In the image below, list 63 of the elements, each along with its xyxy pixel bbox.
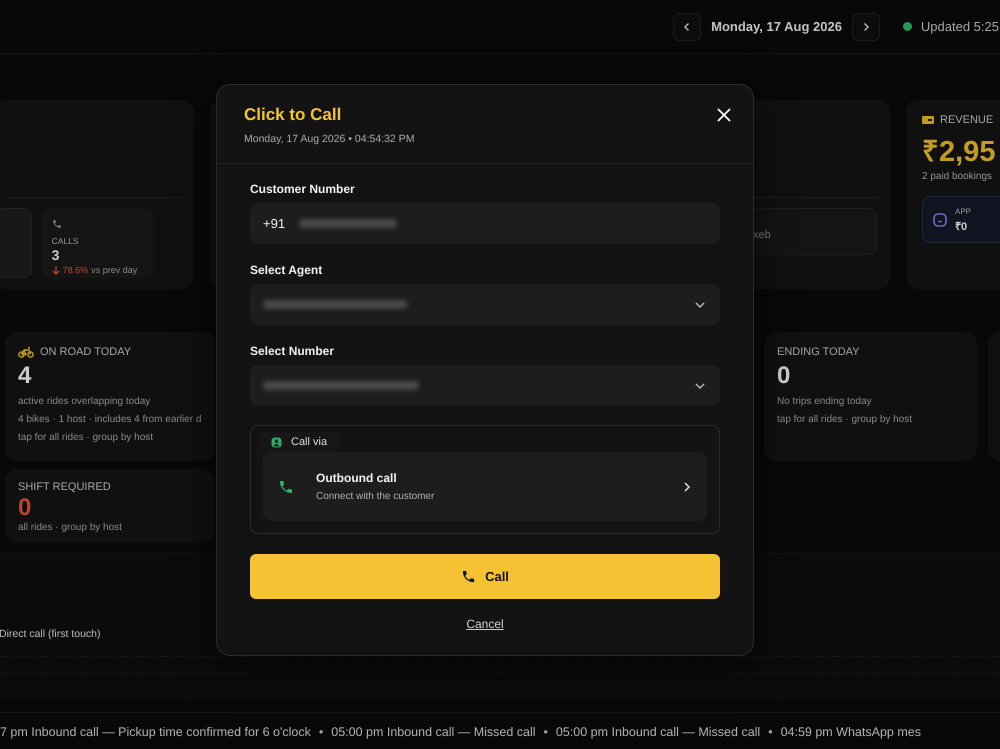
field-label: Select Agent: [250, 263, 324, 277]
previous-day-button[interactable]: [673, 12, 702, 40]
card-label: REVENUE: [940, 114, 994, 126]
phone-icon: [461, 569, 476, 584]
card-label: ON ROAD TODAY: [40, 346, 132, 358]
card-value: 0: [18, 494, 32, 522]
change-percent: 78.6%: [62, 265, 88, 275]
card-note: tap for all rides · group by host: [18, 432, 154, 443]
dialog-title: Click to Call: [244, 105, 342, 125]
separator-dot: •: [544, 724, 548, 738]
ticker-item: 7 pm Inbound call — Pickup time confirmed for 6 o'clock: [0, 724, 311, 738]
shift-required-card[interactable]: SHIFT REQUIRED 0 all rides · group by host: [5, 469, 215, 543]
phone-icon: [52, 219, 62, 229]
chevron-down-icon: [694, 382, 706, 390]
source-value: ₹0: [955, 220, 968, 232]
call-via-label: Call via: [291, 436, 328, 448]
ticker-item: 04:59 pm WhatsApp mes: [780, 724, 921, 738]
updated-time: Updated 5:25: [920, 19, 999, 34]
card-note: active rides overlapping today: [18, 396, 152, 407]
phone-icon: [278, 478, 294, 494]
card-value: 4: [18, 362, 32, 390]
chevron-down-icon: [694, 300, 706, 308]
activity-text: Direct call (first touch): [0, 628, 102, 640]
field-label: Customer Number: [250, 182, 356, 196]
tile-text: xeb: [753, 229, 771, 241]
card-label: SHIFT REQUIRED: [18, 481, 111, 493]
ticker-item: 05:00 pm Inbound call — Missed call: [331, 724, 536, 738]
source-label: APP: [955, 206, 972, 216]
option-title: Outbound call: [316, 471, 398, 485]
on-road-card[interactable]: ON ROAD TODAY 4 active rides overlapping today 4 bikes · 1 host · includes 4 from earlier d tap for all rides · group by host: [5, 332, 215, 461]
card-note: 4 bikes · 1 host · includes 4 from earlier d: [18, 414, 202, 425]
next-day-button[interactable]: [852, 12, 880, 40]
card-value: 0: [777, 362, 792, 390]
ticker-item: 05:00 pm Inbound call — Missed call: [556, 724, 760, 738]
call-option[interactable]: Outbound call Connect with the customer: [263, 452, 707, 521]
option-subtitle: Connect with the customer: [316, 491, 436, 502]
chevron-right-icon: [682, 480, 692, 492]
close-icon: [717, 108, 731, 122]
card-label: ENDING TODAY: [777, 346, 860, 358]
current-date: Monday, 17 Aug 2026: [711, 19, 842, 34]
card-note: No trips ending today: [777, 396, 873, 407]
bike-icon: [18, 346, 34, 358]
field-label: Select Number: [250, 344, 336, 358]
phone-field[interactable]: +91: [250, 203, 720, 244]
tile-label: CALLS: [52, 236, 80, 246]
country-code: +91: [263, 216, 286, 231]
revenue-value: ₹2,95: [922, 135, 996, 169]
agent-icon: [271, 436, 282, 448]
cancel-link[interactable]: Cancel: [466, 617, 504, 631]
separator-dot: •: [768, 724, 773, 738]
revenue-note: 2 paid bookings: [922, 171, 994, 182]
card-note: all rides · group by host: [18, 522, 123, 533]
close-button[interactable]: [715, 106, 733, 124]
wallet-icon: [922, 115, 934, 125]
change-label: vs prev day: [91, 265, 138, 275]
card-note: tap for all rides · group by host: [777, 414, 914, 425]
separator-dot: •: [318, 724, 324, 738]
arrow-down-icon: [52, 266, 60, 274]
tile-value: 3: [52, 247, 60, 263]
dialog-subtitle: Monday, 17 Aug 2026 • 04:54:32 PM: [244, 133, 416, 145]
call-button[interactable]: Call: [250, 554, 720, 599]
app-icon: [933, 212, 947, 226]
ending-today-card[interactable]: ENDING TODAY 0 No trips ending today tap for all rides · group by host: [764, 332, 977, 461]
